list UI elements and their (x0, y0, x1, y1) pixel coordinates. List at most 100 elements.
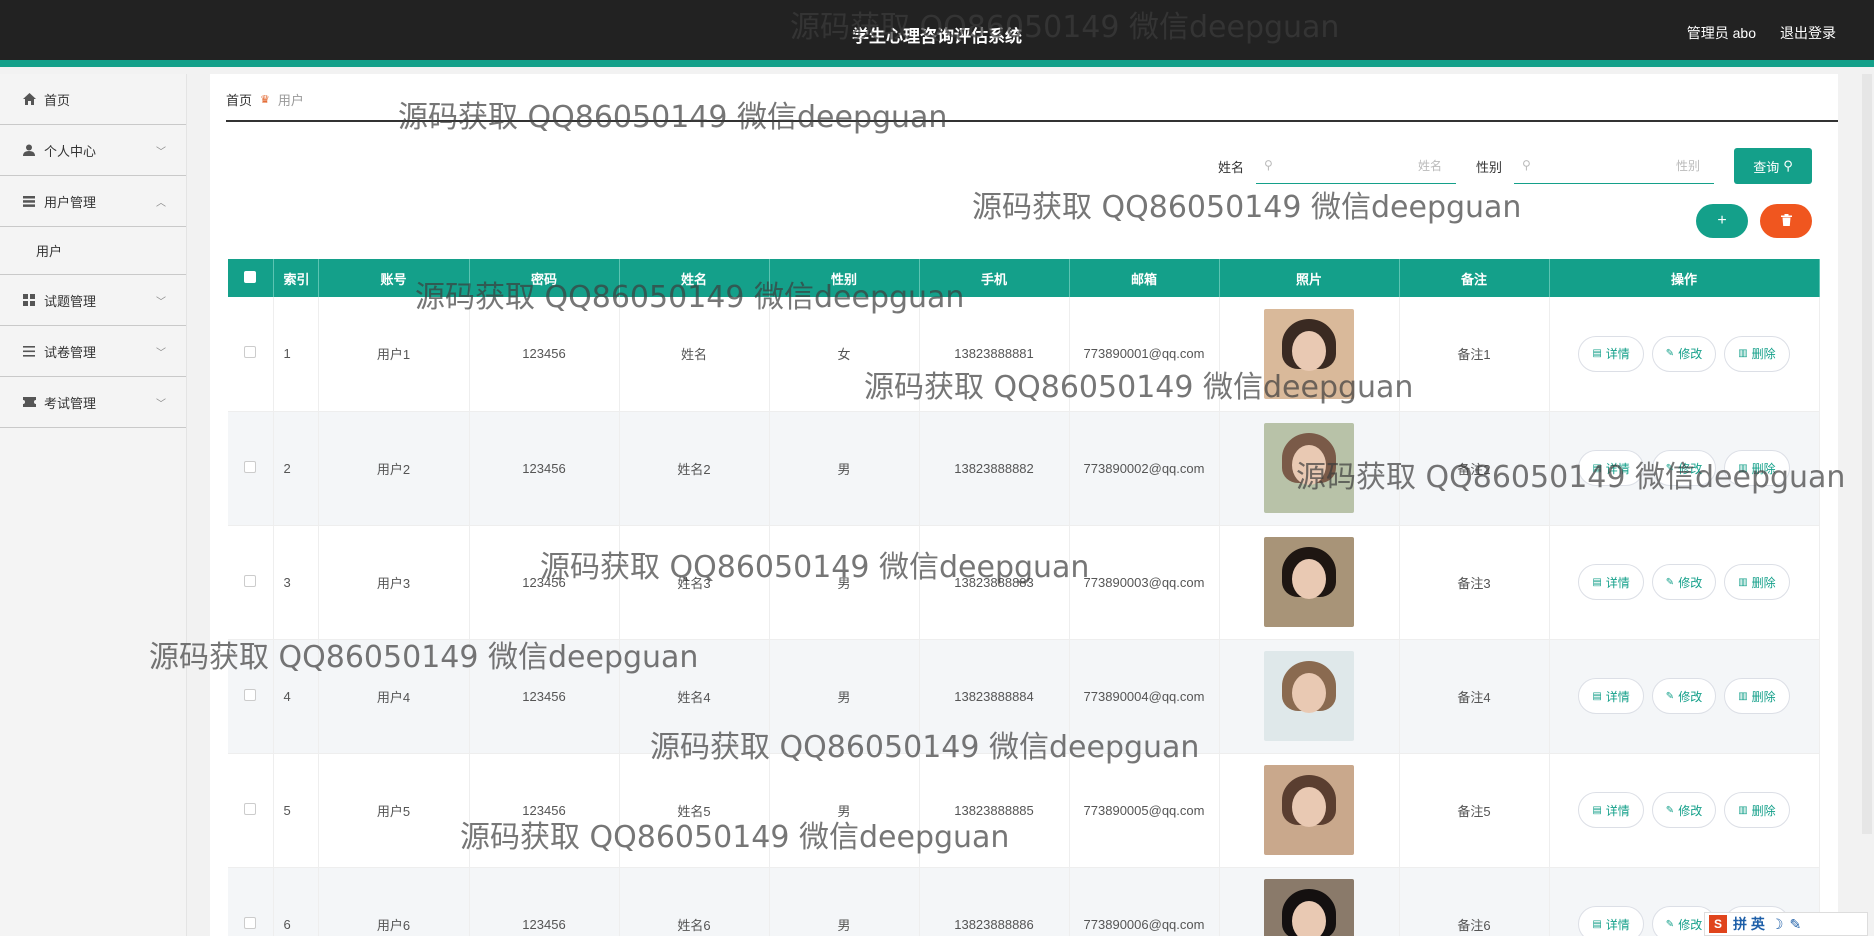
pencil-icon: ✎ (1665, 576, 1675, 588)
cell-note: 备注3 (1399, 525, 1550, 640)
cell-phone: 13823888884 (919, 639, 1070, 754)
pencil-icon: ✎ (1665, 348, 1675, 360)
table-row: 3 用户3 123456 姓名3 男 13823888883 773890003… (228, 525, 1820, 640)
cell-note: 备注4 (1399, 639, 1550, 754)
column-header: 邮箱 (1069, 259, 1220, 297)
app-title: 学生心理咨询评估系统 (852, 27, 1022, 46)
detail-button[interactable]: ▤ 详情 (1578, 450, 1644, 486)
search-icon: ⚲ (1263, 158, 1273, 172)
user-photo (1264, 308, 1354, 399)
chevron-up-icon: ︿ (156, 198, 166, 209)
row-checkbox[interactable] (244, 802, 257, 815)
add-button[interactable]: + (1696, 204, 1748, 238)
user-photo (1264, 879, 1354, 936)
moon-icon: ☽ (1770, 915, 1784, 932)
search-icon: ⚲ (1783, 158, 1793, 173)
row-checkbox[interactable] (244, 460, 257, 473)
chevron-down-icon: ﹀ (156, 348, 166, 359)
query-button[interactable]: 查询 ⚲ (1734, 148, 1812, 184)
sidebar-item-home[interactable]: 首页 (0, 74, 186, 125)
cell-email: 773890005@qq.com (1069, 753, 1220, 868)
sidebar-item-paper-mgmt[interactable]: 试卷管理 ﹀ (0, 326, 186, 377)
cell-phone: 13823888886 (919, 867, 1070, 936)
edit-label: 修改 (1678, 347, 1703, 362)
cell-name: 姓名2 (619, 411, 770, 526)
user-photo (1264, 537, 1354, 627)
chevron-down-icon: ﹀ (156, 297, 166, 308)
detail-button[interactable]: ▤ 详情 (1578, 564, 1644, 600)
edit-button[interactable]: ✎ 修改 (1651, 678, 1717, 714)
row-actions: ▤详情 ✎修改 ▥删除 (1550, 564, 1819, 600)
cell-email: 773890004@qq.com (1069, 639, 1220, 754)
column-header: 索引 (273, 259, 319, 297)
menu-icon (22, 344, 36, 358)
delete-button[interactable]: ▥删除 (1724, 335, 1790, 372)
breadcrumb-home[interactable]: 首页 (226, 90, 252, 109)
cell-index: 6 (273, 867, 319, 936)
edit-button[interactable]: ✎ 修改 (1651, 564, 1717, 600)
document-icon: ▤ (1592, 918, 1602, 930)
row-actions: ▤详情 ✎修改 ▥删除 (1550, 335, 1819, 372)
gender-input[interactable] (1514, 148, 1714, 183)
document-icon: ▤ (1592, 690, 1602, 702)
breadcrumb: 首页 ♛ 用户 (226, 90, 304, 109)
cell-gender: 男 (769, 753, 920, 868)
edit-button[interactable]: ✎ 修改 (1651, 792, 1717, 828)
breadcrumb-current: 用户 (277, 93, 304, 108)
sidebar-item-exam-mgmt[interactable]: 考试管理 ﹀ (0, 377, 186, 428)
detail-button[interactable]: ▤ 详情 (1578, 335, 1644, 372)
edit-label: 修改 (1678, 461, 1703, 476)
document-icon: ▤ (1592, 804, 1602, 816)
detail-button[interactable]: ▤ 详情 (1578, 792, 1644, 828)
sidebar-item-user-mgmt[interactable]: 用户管理 ︿ (0, 176, 186, 227)
delete-button[interactable]: ▥删除 (1724, 792, 1790, 828)
edit-button[interactable]: ✎ 修改 (1651, 335, 1717, 372)
query-label: 查询 (1753, 159, 1780, 175)
edit-button[interactable]: ✎ 修改 (1651, 450, 1717, 486)
row-checkbox[interactable] (244, 346, 257, 359)
ticket-icon (22, 395, 36, 409)
cell-gender: 女 (769, 297, 920, 412)
sidebar-item-label: 考试管理 (44, 395, 97, 411)
cell-email: 773890003@qq.com (1069, 525, 1220, 640)
sidebar-subitem-user[interactable]: 用户 (0, 227, 186, 275)
edit-label: 修改 (1678, 689, 1703, 704)
sidebar-item-label: 试卷管理 (44, 344, 97, 360)
ime-toolbar[interactable]: S 拼 英 ☽ ✎ (1704, 912, 1868, 936)
detail-button[interactable]: ▤ 详情 (1578, 678, 1644, 714)
trash-icon (1780, 213, 1792, 229)
detail-button[interactable]: ▤ 详情 (1578, 906, 1644, 936)
detail-label: 详情 (1605, 575, 1630, 590)
column-header: 照片 (1219, 259, 1400, 297)
cell-account: 用户3 (318, 525, 470, 640)
select-all-checkbox[interactable] (244, 270, 257, 283)
batch-delete-button[interactable] (1760, 204, 1812, 238)
column-header: 操作 (1549, 259, 1820, 297)
row-actions: ▤详情 ✎修改 ▥删除 (1550, 450, 1819, 486)
column-header: 姓名 (619, 259, 770, 297)
row-actions: ▤详情 ✎修改 ▥删除 (1550, 792, 1819, 828)
cell-note: 备注2 (1399, 411, 1550, 526)
name-field: ⚲ (1255, 148, 1456, 184)
delete-button[interactable]: ▥删除 (1724, 678, 1790, 714)
user-photo (1264, 423, 1354, 513)
page-scrollbar[interactable] (1862, 74, 1872, 834)
select-all-cell (228, 259, 274, 297)
cell-note: 备注5 (1399, 753, 1550, 868)
name-input[interactable] (1255, 148, 1456, 183)
sidebar-item-question-mgmt[interactable]: 试题管理 ﹀ (0, 275, 186, 326)
gender-field: ⚲ (1514, 148, 1714, 184)
row-checkbox[interactable] (244, 688, 257, 701)
cell-phone: 13823888883 (919, 525, 1070, 640)
row-checkbox[interactable] (244, 574, 257, 587)
row-checkbox[interactable] (244, 916, 257, 929)
delete-label: 删除 (1751, 461, 1776, 476)
logout-link[interactable]: 退出登录 (1780, 23, 1836, 43)
delete-button[interactable]: ▥删除 (1724, 564, 1790, 600)
edit-label: 修改 (1678, 917, 1703, 932)
cell-name: 姓名4 (619, 639, 770, 754)
cell-email: 773890002@qq.com (1069, 411, 1220, 526)
document-icon: ▤ (1592, 348, 1602, 360)
delete-button[interactable]: ▥删除 (1724, 450, 1790, 486)
sidebar-item-personal[interactable]: 个人中心 ﹀ (0, 125, 186, 176)
